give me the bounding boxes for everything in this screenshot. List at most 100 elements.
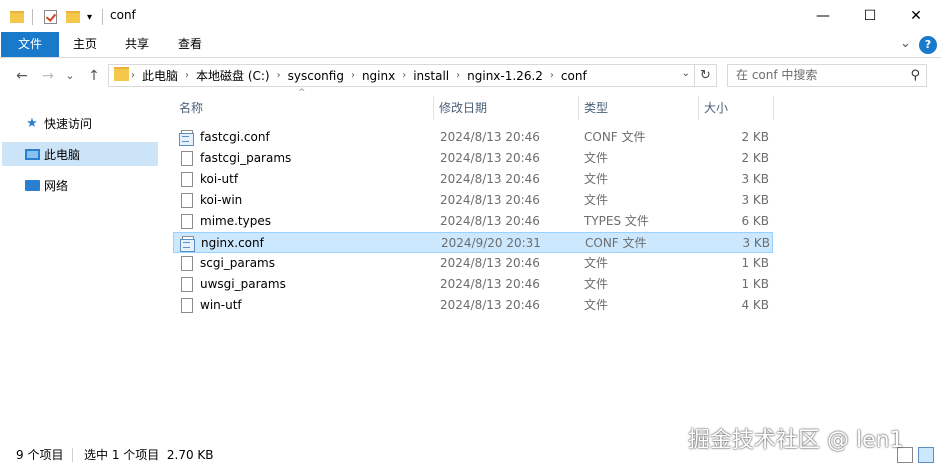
title-bar: ▾ conf — ☐ ✕ <box>0 0 941 32</box>
large-icons-view-icon[interactable] <box>918 447 934 463</box>
table-row[interactable]: koi-utf 2024/8/13 20:46 文件 3 KB <box>173 169 773 190</box>
file-icon <box>181 151 193 166</box>
file-name: win-utf <box>200 298 242 312</box>
breadcrumb-nginx-version[interactable]: nginx-1.26.2 <box>467 69 543 83</box>
address-dropdown-icon[interactable]: ⌄ <box>682 68 690 79</box>
file-type: CONF 文件 <box>585 236 647 250</box>
sidebar-item-this-pc[interactable]: 此电脑 <box>2 142 158 166</box>
title-separator <box>102 8 103 26</box>
file-type: 文件 <box>584 277 609 291</box>
sidebar-item-quick-access[interactable]: ★ 快速访问 <box>2 111 158 135</box>
file-icon <box>181 277 193 292</box>
file-type: 文件 <box>584 256 609 270</box>
search-input[interactable]: 在 conf 中搜索 ⚲ <box>727 64 927 87</box>
maximize-button[interactable]: ☐ <box>847 0 893 32</box>
minimize-button[interactable]: — <box>800 0 846 32</box>
file-type: 文件 <box>584 151 609 165</box>
file-modified-date: 2024/8/13 20:46 <box>440 298 540 312</box>
star-icon: ★ <box>26 115 38 131</box>
column-header-modified[interactable]: 修改日期 <box>433 96 578 120</box>
tab-file[interactable]: 文件 <box>1 32 59 57</box>
network-icon <box>24 177 40 193</box>
file-size: 3 KB <box>742 236 770 250</box>
file-icon <box>181 298 193 313</box>
breadcrumb-this-pc[interactable]: 此电脑 <box>142 67 178 84</box>
up-button[interactable]: ↑ <box>84 66 104 86</box>
chevron-right-icon[interactable]: › <box>351 70 355 81</box>
file-modified-date: 2024/8/13 20:46 <box>440 214 540 228</box>
chevron-right-icon[interactable]: › <box>277 70 281 81</box>
sidebar-item-label: 此电脑 <box>44 147 81 162</box>
address-folder-icon <box>114 67 129 84</box>
watermark: 掘金技术社区 @ len1 <box>688 428 904 453</box>
column-header-name[interactable]: 名称 <box>173 96 433 120</box>
table-row[interactable]: win-utf 2024/8/13 20:46 文件 4 KB <box>173 295 773 316</box>
table-row[interactable]: mime.types 2024/8/13 20:46 TYPES 文件 6 KB <box>173 211 773 232</box>
file-size: 1 KB <box>741 277 769 291</box>
table-row[interactable]: fastcgi_params 2024/8/13 20:46 文件 2 KB <box>173 148 773 169</box>
file-modified-date: 2024/8/13 20:46 <box>440 193 540 207</box>
sidebar-item-network[interactable]: 网络 <box>2 173 158 197</box>
tab-home[interactable]: 主页 <box>66 32 104 57</box>
sidebar-item-label: 快速访问 <box>44 116 93 131</box>
chevron-right-icon[interactable]: › <box>550 70 554 81</box>
file-name: uwsgi_params <box>200 277 286 291</box>
file-type: 文件 <box>584 298 609 312</box>
tab-share[interactable]: 共享 <box>118 32 156 57</box>
column-header-size[interactable]: 大小 <box>698 96 773 120</box>
help-icon[interactable]: ? <box>919 36 937 54</box>
forward-button[interactable]: → <box>38 66 58 86</box>
file-modified-date: 2024/8/13 20:46 <box>440 277 540 291</box>
tab-view[interactable]: 查看 <box>171 32 209 57</box>
status-separator <box>72 448 73 462</box>
column-divider[interactable] <box>773 96 774 120</box>
table-row-selected[interactable]: nginx.conf 2024/9/20 20:31 CONF 文件 3 KB <box>173 232 773 253</box>
table-row[interactable]: fastcgi.conf 2024/8/13 20:46 CONF 文件 2 KB <box>173 127 773 148</box>
file-name: nginx.conf <box>201 236 264 250</box>
table-row[interactable]: uwsgi_params 2024/8/13 20:46 文件 1 KB <box>173 274 773 295</box>
refresh-button[interactable]: ↻ <box>695 64 717 87</box>
breadcrumb-local-disk[interactable]: 本地磁盘 (C:) <box>196 67 270 84</box>
back-button[interactable]: ← <box>12 66 32 86</box>
file-modified-date: 2024/8/13 20:46 <box>440 256 540 270</box>
search-icon[interactable]: ⚲ <box>910 65 920 86</box>
breadcrumb-sysconfig[interactable]: sysconfig <box>288 69 344 83</box>
chevron-right-icon[interactable]: › <box>456 70 460 81</box>
table-row[interactable]: koi-win 2024/8/13 20:46 文件 3 KB <box>173 190 773 211</box>
search-placeholder: 在 conf 中搜索 <box>736 68 818 82</box>
file-size: 3 KB <box>741 172 769 186</box>
chevron-right-icon[interactable]: › <box>185 70 189 81</box>
close-button[interactable]: ✕ <box>893 0 939 32</box>
file-type: TYPES 文件 <box>584 214 649 228</box>
breadcrumb-conf[interactable]: conf <box>561 69 587 83</box>
file-size: 4 KB <box>741 298 769 312</box>
pc-icon <box>24 146 40 162</box>
recent-locations-button[interactable]: ⌄ <box>60 66 80 86</box>
file-modified-date: 2024/8/13 20:46 <box>440 151 540 165</box>
file-type: CONF 文件 <box>584 130 646 144</box>
file-modified-date: 2024/8/13 20:46 <box>440 172 540 186</box>
file-modified-date: 2024/9/20 20:31 <box>441 236 541 250</box>
address-bar[interactable]: › 此电脑 › 本地磁盘 (C:) › sysconfig › nginx › … <box>108 64 695 87</box>
file-type: 文件 <box>584 172 609 186</box>
expand-ribbon-icon[interactable]: ⌄ <box>900 36 911 51</box>
file-modified-date: 2024/8/13 20:46 <box>440 130 540 144</box>
file-size: 6 KB <box>741 214 769 228</box>
customize-quick-access-icon[interactable]: ▾ <box>87 8 92 26</box>
table-row[interactable]: scgi_params 2024/8/13 20:46 文件 1 KB <box>173 253 773 274</box>
breadcrumb-nginx[interactable]: nginx <box>362 69 395 83</box>
properties-check-icon[interactable] <box>44 8 57 26</box>
file-name: mime.types <box>200 214 271 228</box>
chevron-right-icon[interactable]: › <box>131 70 135 81</box>
file-icon <box>181 172 193 187</box>
file-type: 文件 <box>584 193 609 207</box>
status-item-count: 9 个项目 <box>16 448 64 462</box>
ribbon-divider <box>0 57 941 58</box>
column-header-type[interactable]: 类型 <box>578 96 698 120</box>
navigation-pane: ★ 快速访问 此电脑 网络 <box>0 95 161 440</box>
file-size: 3 KB <box>741 193 769 207</box>
breadcrumb-install[interactable]: install <box>413 69 449 83</box>
new-folder-icon[interactable] <box>66 8 80 26</box>
file-size: 2 KB <box>741 151 769 165</box>
chevron-right-icon[interactable]: › <box>402 70 406 81</box>
